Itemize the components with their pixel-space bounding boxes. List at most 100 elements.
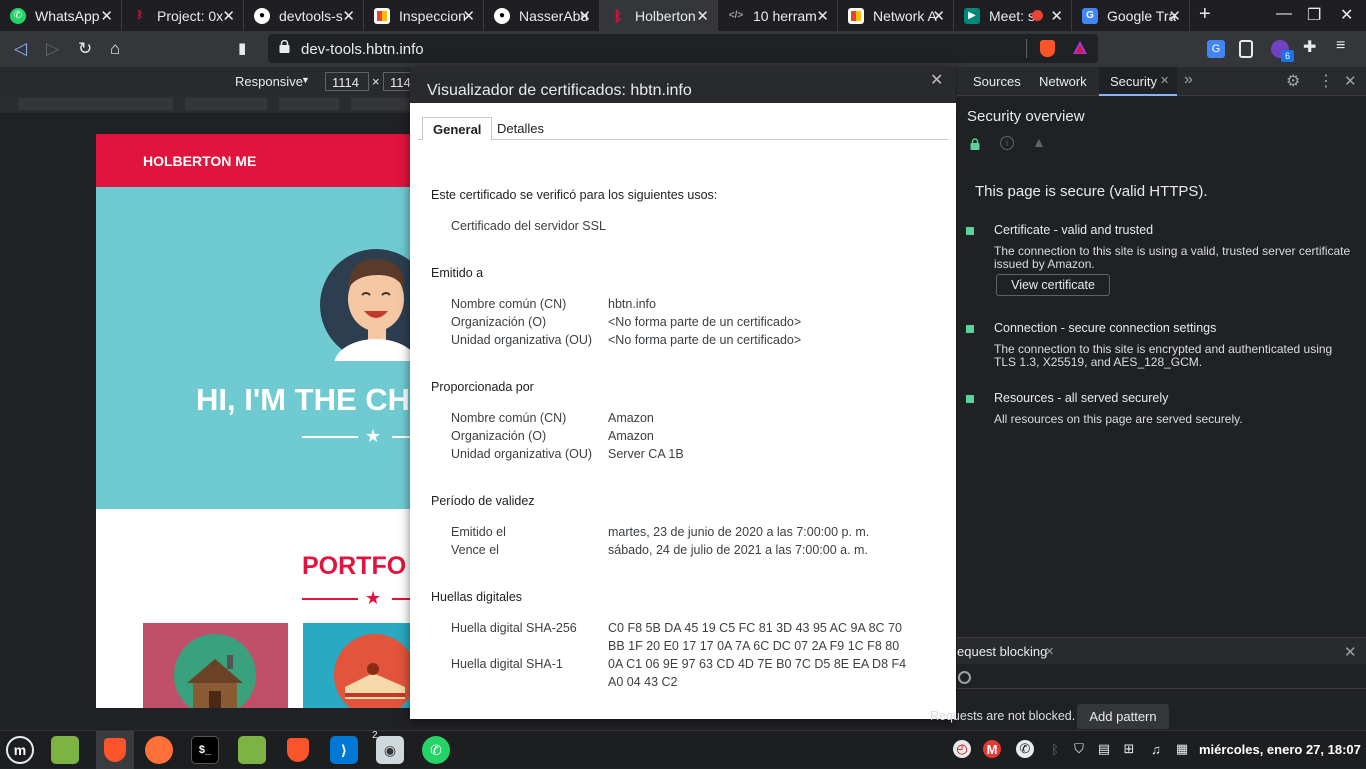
maximize-button[interactable]: ❐ bbox=[1307, 5, 1321, 25]
block-icon[interactable] bbox=[958, 671, 971, 684]
extension-badge: 6 bbox=[1281, 50, 1294, 62]
tab-project[interactable]: ᛒ Project: 0x ✕ bbox=[122, 0, 244, 31]
terminal-icon[interactable]: $_ bbox=[191, 736, 219, 764]
clipboard-icon[interactable]: ▦ bbox=[1173, 740, 1191, 758]
close-icon[interactable]: ✕ bbox=[1344, 643, 1357, 661]
sound-icon[interactable]: ♫ bbox=[1147, 740, 1165, 758]
printer-icon[interactable]: ▤ bbox=[1095, 740, 1113, 758]
bluetooth-icon[interactable]: ᛒ bbox=[1046, 740, 1064, 758]
media-query-segment[interactable] bbox=[18, 98, 173, 110]
add-pattern-button[interactable]: Add pattern bbox=[1077, 704, 1169, 729]
tab-network[interactable]: Network A ✕ bbox=[838, 0, 954, 31]
close-icon[interactable]: ✕ bbox=[1050, 7, 1063, 25]
portfolio-card-cake[interactable] bbox=[303, 623, 412, 708]
media-query-segment[interactable] bbox=[185, 98, 267, 110]
certificate-item-desc: The connection to this site is using a v… bbox=[994, 244, 1351, 271]
close-icon[interactable]: ✕ bbox=[932, 7, 945, 25]
reload-button[interactable]: ↻ bbox=[78, 39, 92, 59]
extension-icon[interactable] bbox=[1239, 40, 1253, 58]
usage-heading: Este certificado se verificó para los si… bbox=[431, 188, 718, 202]
gear-icon[interactable]: ⚙ bbox=[1286, 71, 1300, 91]
info-icon[interactable]: i bbox=[1000, 136, 1014, 150]
media-query-segment[interactable] bbox=[351, 98, 409, 110]
media-query-segment[interactable] bbox=[279, 98, 339, 110]
menu-icon[interactable]: ≡ bbox=[1336, 37, 1354, 55]
screenshot-icon[interactable]: ◉ bbox=[376, 736, 404, 764]
whatsapp-icon[interactable]: ✆ bbox=[422, 736, 450, 764]
folder-icon[interactable] bbox=[51, 736, 79, 764]
brave-icon[interactable] bbox=[284, 736, 312, 764]
close-icon[interactable]: ✕ bbox=[1168, 7, 1181, 25]
portfolio-card-cabin[interactable] bbox=[143, 623, 288, 708]
holberton-icon: ᛒ bbox=[132, 7, 148, 24]
field-value: martes, 23 de junio de 2020 a las 7:00:0… bbox=[608, 525, 870, 539]
shield-icon[interactable]: ⛉ bbox=[1070, 740, 1088, 758]
tab-label: devtools-s bbox=[279, 7, 343, 24]
site-brand[interactable]: HOLBERTON ME bbox=[143, 153, 256, 169]
sha256-fingerprint-line: BB 1F 20 E0 17 17 0A 7A 6C DC 07 2A F9 1… bbox=[608, 639, 900, 653]
window-close-button[interactable]: ✕ bbox=[1340, 5, 1353, 25]
tab-herramientas[interactable]: </> 10 herram ✕ bbox=[718, 0, 838, 31]
clock-app-icon[interactable]: ◴ bbox=[953, 740, 971, 758]
whatsapp-tray-icon[interactable]: ✆ bbox=[1016, 740, 1034, 758]
more-tabs-icon[interactable]: » bbox=[1184, 71, 1193, 89]
tab-google-translate[interactable]: G Google Tra ✕ bbox=[1072, 0, 1190, 31]
portfolio-title: PORTFO bbox=[302, 552, 407, 580]
firefox-icon[interactable] bbox=[145, 736, 173, 764]
bookmark-icon[interactable]: ▮ bbox=[238, 39, 246, 57]
tab-sources[interactable]: Sources bbox=[973, 74, 1021, 89]
close-icon[interactable]: ✕ bbox=[342, 7, 355, 25]
linux-mint-menu-icon[interactable]: m bbox=[6, 736, 34, 764]
forward-button[interactable]: ▷ bbox=[46, 39, 59, 59]
tab-meet[interactable]: ▶ Meet: s ✕ bbox=[954, 0, 1072, 31]
folder-icon[interactable] bbox=[238, 736, 266, 764]
tab-label: Project: 0x bbox=[157, 7, 224, 24]
tab-detalles[interactable]: Detalles bbox=[487, 117, 554, 141]
tab-network[interactable]: Network bbox=[1039, 74, 1087, 89]
device-mode-select[interactable]: Responsive bbox=[235, 74, 303, 89]
tab-whatsapp[interactable]: ✆ WhatsApp ✕ bbox=[0, 0, 122, 31]
clock[interactable]: miércoles, enero 27, 18:07 bbox=[1199, 742, 1361, 757]
tab-inspeccion[interactable]: Inspeccion ✕ bbox=[364, 0, 484, 31]
field-label: Organización (O) bbox=[451, 429, 547, 443]
tab-general[interactable]: General bbox=[422, 117, 493, 141]
home-button[interactable]: ⌂ bbox=[110, 39, 120, 59]
address-bar[interactable]: dev-tools.hbtn.info bbox=[268, 34, 1098, 63]
network-icon[interactable]: ⊞ bbox=[1120, 740, 1138, 758]
google-translate-extension-icon[interactable]: G bbox=[1207, 40, 1225, 58]
brave-rewards-icon[interactable] bbox=[1072, 40, 1088, 56]
close-icon[interactable]: ✕ bbox=[1344, 72, 1357, 90]
tab-security[interactable]: Security bbox=[1110, 74, 1157, 89]
tab-nasserabu[interactable]: ● NasserAbu ✕ bbox=[484, 0, 600, 31]
close-icon[interactable]: ✕ bbox=[696, 7, 709, 25]
warning-icon[interactable]: ▲ bbox=[1032, 134, 1046, 150]
lock-icon[interactable] bbox=[970, 138, 980, 150]
back-button[interactable]: ◁ bbox=[14, 39, 27, 59]
field-value: Amazon bbox=[608, 411, 654, 425]
mega-icon[interactable]: M bbox=[983, 740, 1001, 758]
vscode-icon[interactable]: ⟩ bbox=[330, 736, 358, 764]
viewport-width-input[interactable]: 1114 bbox=[325, 72, 369, 91]
close-icon[interactable]: ✕ bbox=[100, 7, 113, 25]
brave-taskbar-button[interactable] bbox=[96, 731, 134, 769]
puzzle-icon[interactable]: ✚ bbox=[1303, 37, 1321, 56]
minimize-button[interactable]: — bbox=[1276, 5, 1292, 23]
view-certificate-button[interactable]: View certificate bbox=[996, 274, 1110, 296]
close-icon[interactable]: ✕ bbox=[462, 7, 475, 25]
tab-holberton[interactable]: ᛒ Holberton ✕ bbox=[600, 0, 718, 31]
close-icon[interactable]: ✕ bbox=[930, 70, 943, 90]
close-icon[interactable]: ✕ bbox=[578, 7, 591, 25]
kebab-menu-icon[interactable]: ⋮ bbox=[1318, 71, 1334, 91]
brave-shields-icon[interactable] bbox=[1040, 40, 1055, 57]
close-icon[interactable]: ✕ bbox=[1160, 74, 1169, 87]
tab-devtools-repo[interactable]: ● devtools-s ✕ bbox=[244, 0, 364, 31]
close-icon[interactable]: ✕ bbox=[222, 7, 235, 25]
tab-request-blocking[interactable]: equest blocking bbox=[957, 644, 1047, 659]
viewport-height-input[interactable]: 114 bbox=[383, 72, 413, 91]
new-tab-button[interactable]: + bbox=[1199, 3, 1211, 26]
usage-item: Certificado del servidor SSL bbox=[451, 219, 606, 233]
taskbar: m $_ ⟩ ◉ 2 ✆ ◴ M ✆ ᛒ ⛉ ▤ ⊞ ♫ ▦ miércoles… bbox=[0, 730, 1366, 769]
divider bbox=[1026, 39, 1027, 58]
close-icon[interactable]: ✕ bbox=[1045, 645, 1054, 658]
close-icon[interactable]: ✕ bbox=[816, 7, 829, 25]
